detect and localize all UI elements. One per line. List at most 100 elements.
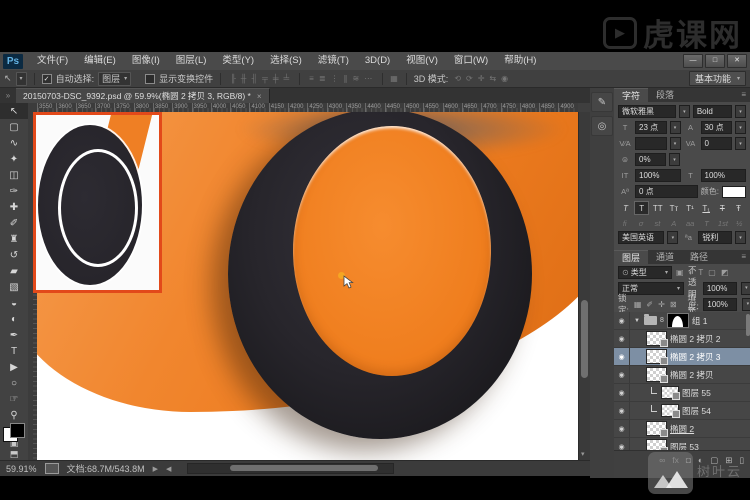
auto-align-icon[interactable]: ▦ [390, 74, 399, 83]
menu-item[interactable]: 图层(L) [168, 52, 215, 70]
font-style-dropdown[interactable]: Bold [693, 105, 732, 118]
caret-icon[interactable]: ▾ [669, 153, 680, 166]
layer-name[interactable]: 图层 54 [682, 405, 711, 417]
layer-visibility-eye-icon[interactable]: ◉ [614, 330, 630, 347]
type-tool[interactable]: T [0, 343, 28, 359]
kerning-field[interactable] [635, 137, 667, 150]
menu-item[interactable]: 图像(I) [124, 52, 168, 70]
lasso-tool[interactable]: ∿ [0, 135, 28, 151]
caret-icon[interactable]: ▾ [670, 121, 681, 134]
opentype-button[interactable]: 1st [716, 218, 729, 228]
brush-panel-icon[interactable]: ✎ [591, 92, 613, 112]
layer-name[interactable]: 组 1 [692, 315, 708, 327]
layer-filter-icon[interactable]: ▣ [676, 268, 684, 277]
distribute-icon[interactable]: ≋ [351, 74, 363, 83]
character-style-button[interactable]: Tт [666, 201, 681, 215]
layer-list-scrollbar-thumb[interactable] [746, 314, 750, 336]
lock-icon[interactable]: ⊠ [670, 300, 677, 309]
horizontal-scrollbar-thumb[interactable] [230, 465, 378, 471]
layer-visibility-eye-icon[interactable]: ◉ [614, 420, 630, 437]
layer-thumbnail[interactable] [646, 439, 667, 450]
anti-alias-dropdown[interactable]: 锐利 [698, 231, 732, 244]
opentype-button[interactable]: A [667, 218, 680, 228]
layer-filter-icon[interactable]: ◩ [721, 268, 729, 277]
eraser-tool[interactable]: ▰ [0, 263, 28, 279]
layer-filter-dropdown[interactable]: ⊙ 类型 ▾ [618, 266, 672, 279]
baseline-shift-field[interactable]: 0 点 [635, 185, 698, 198]
pen-tool[interactable]: ✒ [0, 327, 28, 343]
leading-field[interactable]: 30 点 [701, 121, 733, 134]
menu-item[interactable]: 类型(Y) [214, 52, 262, 70]
caret-icon[interactable]: ▾ [679, 105, 690, 118]
shape-tool[interactable]: ○ [0, 375, 28, 391]
group-mask-thumbnail[interactable] [667, 313, 689, 328]
layer-name[interactable]: 图层 55 [682, 387, 711, 399]
workspace-switcher[interactable]: 基本功能 ▾ [689, 71, 746, 86]
layer-row[interactable]: ◉ ▼ 8 椭圆 2 拷贝 3 [614, 348, 750, 366]
auto-select-checkbox[interactable]: ✓ [42, 74, 52, 84]
character-style-button[interactable]: T¹ [683, 201, 698, 215]
tab-paragraph[interactable]: 段落 [648, 88, 682, 102]
menu-item[interactable]: 窗口(W) [446, 52, 496, 70]
window-control-button[interactable]: ✕ [727, 54, 747, 68]
layer-visibility-eye-icon[interactable]: ◉ [614, 312, 630, 329]
layer-filter-icon[interactable]: ▢ [708, 268, 716, 277]
layer-row[interactable]: ◉ ▼ 8 椭圆 2 [614, 420, 750, 438]
distribute-icon[interactable]: ∥ [342, 74, 351, 83]
mode3d-icon[interactable]: ✛ [476, 74, 488, 83]
marquee-tool[interactable]: ▢ [0, 119, 28, 135]
path-selection-tool[interactable]: ▶ [0, 359, 28, 375]
dodge-tool[interactable]: ◐ [0, 311, 28, 327]
menu-item[interactable]: 滤镜(T) [310, 52, 357, 70]
caret-icon[interactable]: ▾ [735, 231, 746, 244]
layer-name[interactable]: 椭圆 2 拷贝 3 [670, 351, 721, 363]
align-icon[interactable]: ╤ [260, 74, 271, 83]
status-nav-left-icon[interactable]: ▶ [153, 465, 158, 473]
background-color-swatch[interactable] [10, 423, 25, 438]
eyedropper-tool[interactable]: ✑ [0, 183, 28, 199]
move-tool[interactable]: ↖ [0, 103, 28, 119]
tab-layers[interactable]: 图层 [614, 250, 648, 264]
caret-icon[interactable]: ▾ [667, 231, 678, 244]
layer-row[interactable]: ◉ ▼ 8 椭圆 2 拷贝 [614, 366, 750, 384]
character-style-button[interactable]: T [715, 201, 730, 215]
tab-character[interactable]: 字符 [614, 88, 648, 102]
opentype-button[interactable]: T [700, 218, 713, 228]
quick-selection-tool[interactable]: ✦ [0, 151, 28, 167]
opentype-button[interactable]: aa [684, 218, 697, 228]
layer-row[interactable]: ◉ ▼ 8 椭圆 2 拷贝 2 [614, 330, 750, 348]
layer-thumbnail[interactable] [661, 404, 679, 417]
opentype-button[interactable]: ½ [733, 218, 746, 228]
layer-row[interactable]: ◉ ▼ 8 图层 55 [614, 384, 750, 402]
screen-mode-button[interactable]: ⬒ [0, 449, 28, 460]
vertical-scrollbar-thumb[interactable] [581, 300, 588, 378]
layer-row[interactable]: ◉ ▼ 8 组 1 [614, 312, 750, 330]
mode3d-icon[interactable]: ⟳ [464, 74, 476, 83]
distribute-icon[interactable]: ≡ [307, 74, 317, 83]
caret-icon[interactable]: ▾ [735, 105, 746, 118]
fill-field[interactable]: 100% [703, 298, 737, 311]
align-icon[interactable]: ╧ [281, 74, 292, 83]
layer-visibility-eye-icon[interactable]: ◉ [614, 438, 630, 450]
distribute-icon[interactable]: ⋯ [362, 74, 375, 83]
language-dropdown[interactable]: 美国英语 [618, 231, 664, 244]
opentype-button[interactable]: σ [634, 218, 647, 228]
layer-name[interactable]: 图层 53 [670, 441, 699, 451]
font-family-dropdown[interactable]: 微软雅黑 [618, 105, 676, 118]
distribute-icon[interactable]: ≣ [317, 74, 329, 83]
tab-channels[interactable]: 通道 [648, 250, 682, 264]
layer-name[interactable]: 椭圆 2 拷贝 2 [670, 333, 721, 345]
scroll-down-arrow-icon[interactable]: ▾ [581, 450, 585, 458]
auto-select-dropdown[interactable]: 图层 ▾ [98, 72, 131, 86]
menu-item[interactable]: 编辑(E) [76, 52, 124, 70]
lock-icon[interactable]: ▦ [634, 300, 642, 309]
crop-tool[interactable]: ◫ [0, 167, 28, 183]
caret-icon[interactable]: ▾ [741, 282, 750, 295]
window-control-button[interactable]: □ [705, 54, 725, 68]
opacity-field[interactable]: 100% [703, 282, 737, 295]
menu-item[interactable]: 帮助(H) [496, 52, 544, 70]
dock-chevron-icon[interactable]: » [0, 88, 16, 103]
proportional-spacing-field[interactable]: 0% [635, 153, 666, 166]
hand-tool[interactable]: ☞ [0, 391, 28, 407]
lock-icon[interactable]: ✛ [658, 300, 665, 309]
